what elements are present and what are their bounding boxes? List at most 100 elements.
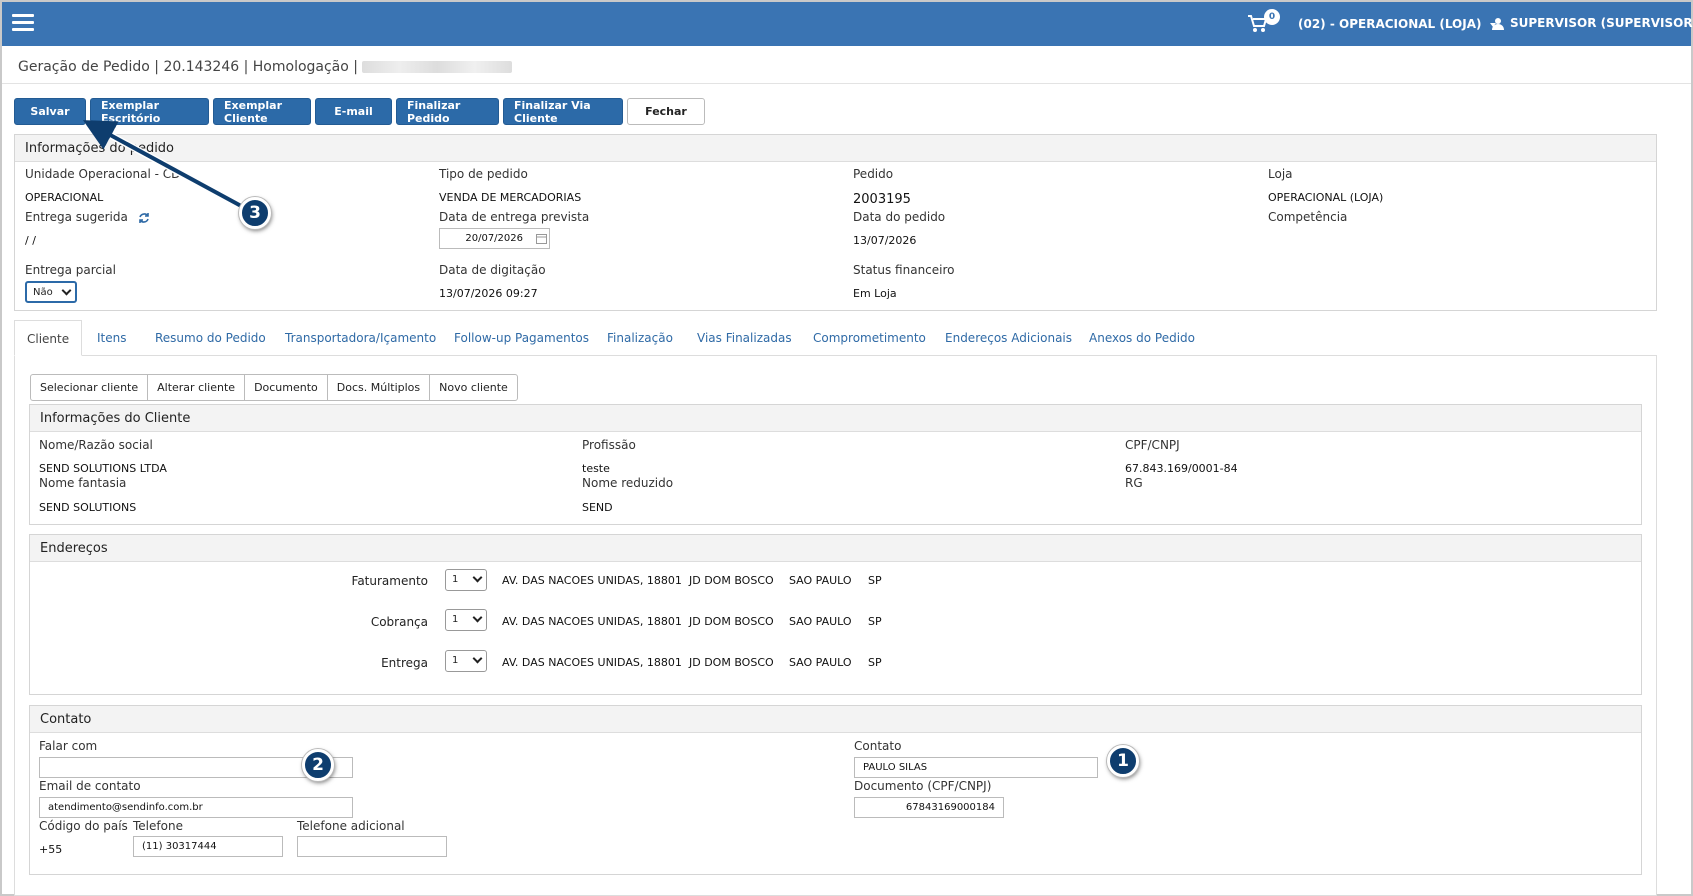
select-client-button[interactable]: Selecionar cliente	[30, 374, 149, 401]
competence-label: Competência	[1268, 210, 1348, 224]
fantasy-name-value: SEND SOLUTIONS	[39, 501, 137, 514]
unit-label: Unidade Operacional - CD	[25, 167, 181, 181]
short-name-value: SEND	[582, 501, 613, 514]
collection-city: SAO PAULO	[789, 615, 852, 628]
tab-enderecos-adicionais[interactable]: Endereços Adicionais	[945, 320, 1072, 356]
phone-label: Telefone	[133, 819, 183, 833]
user-label: SUPERVISOR (SUPERVISOR)	[1510, 16, 1693, 30]
calendar-icon[interactable]	[536, 233, 547, 244]
addresses-panel: Endereços Faturamento 1 AV. DAS NACOES U…	[29, 534, 1642, 695]
typed-date-label: Data de digitação	[439, 263, 546, 277]
cart-count-badge: 0	[1264, 9, 1280, 25]
hamburger-menu-icon[interactable]	[12, 14, 34, 32]
profession-value: teste	[582, 462, 610, 475]
collection-district: JD DOM BOSCO	[689, 615, 774, 628]
contact-name-label: Contato	[854, 739, 902, 753]
refresh-icon[interactable]	[138, 212, 150, 224]
delivery-state: SP	[868, 656, 882, 669]
tab-comprometimento[interactable]: Comprometimento	[813, 320, 926, 356]
panel-heading: Contato	[30, 706, 1641, 733]
delivery-district: JD DOM BOSCO	[689, 656, 774, 669]
tab-transportadora[interactable]: Transportadora/Içamento	[285, 320, 436, 356]
delivery-city: SAO PAULO	[789, 656, 852, 669]
cpf-cnpj-label: CPF/CNPJ	[1125, 438, 1180, 452]
document-input[interactable]: 67843169000184	[854, 797, 1004, 818]
unit-value: OPERACIONAL	[25, 191, 104, 204]
callout-badge-1: 1	[1107, 745, 1139, 777]
country-code-value: +55	[39, 843, 63, 856]
contact-name-input[interactable]: PAULO SILAS	[854, 757, 1098, 778]
billing-city: SAO PAULO	[789, 574, 852, 587]
billing-district: JD DOM BOSCO	[689, 574, 774, 587]
client-copy-button[interactable]: Exemplar Cliente	[213, 98, 311, 125]
name-label: Nome/Razão social	[39, 438, 153, 452]
order-date-label: Data do pedido	[853, 210, 946, 224]
chevron-down-icon	[472, 612, 483, 623]
billing-state: SP	[868, 574, 882, 587]
chevron-down-icon	[61, 285, 72, 296]
close-button[interactable]: Fechar	[627, 98, 705, 125]
tab-cliente[interactable]: Cliente	[14, 320, 83, 356]
callout-badge-3: 3	[239, 197, 271, 229]
name-value: SEND SOLUTIONS LTDA	[39, 462, 167, 475]
divider	[2, 83, 1691, 84]
additional-phone-input[interactable]	[297, 836, 447, 857]
contact-email-input[interactable]: atendimento@sendinfo.com.br	[39, 797, 353, 818]
new-client-button[interactable]: Novo cliente	[429, 374, 518, 401]
tab-vias-finalizadas[interactable]: Vias Finalizadas	[697, 320, 792, 356]
billing-address-select[interactable]: 1	[445, 569, 487, 591]
chevron-down-icon	[472, 572, 483, 583]
order-type-value: VENDA DE MERCADORIAS	[439, 191, 582, 204]
top-navbar: 0 (02) - OPERACIONAL (LOJA) SUPERVISOR (…	[2, 2, 1693, 46]
order-type-label: Tipo de pedido	[439, 167, 528, 181]
collection-address-select[interactable]: 1	[445, 609, 487, 631]
user-icon	[1492, 18, 1504, 30]
billing-label: Faturamento	[351, 574, 428, 588]
financial-status-value: Em Loja	[853, 287, 897, 300]
order-number-value: 2003195	[853, 192, 911, 207]
fantasy-name-label: Nome fantasia	[39, 476, 127, 490]
panel-heading: Informações do pedido	[15, 135, 1656, 162]
edit-client-button[interactable]: Alterar cliente	[147, 374, 246, 401]
panel-heading: Informações do Cliente	[30, 405, 1641, 432]
cpf-cnpj-value: 67.843.169/0001-84	[1125, 462, 1238, 475]
save-button[interactable]: Salvar	[14, 98, 86, 125]
partial-delivery-select[interactable]: Não	[25, 281, 77, 303]
client-info-panel: Informações do Cliente Nome/Razão social…	[29, 404, 1642, 525]
document-label: Documento (CPF/CNPJ)	[854, 779, 992, 793]
operational-unit-dropdown[interactable]: (02) - OPERACIONAL (LOJA)	[1298, 17, 1496, 31]
delivery-address-select[interactable]: 1	[445, 650, 487, 672]
rg-label: RG	[1125, 476, 1143, 490]
tab-follow-up[interactable]: Follow-up Pagamentos	[454, 320, 589, 356]
order-number-label: Pedido	[853, 167, 894, 181]
user-menu-dropdown[interactable]: SUPERVISOR (SUPERVISOR)	[1492, 16, 1693, 30]
talk-to-label: Falar com	[39, 739, 98, 753]
finish-order-button[interactable]: Finalizar Pedido	[396, 98, 499, 125]
phone-input[interactable]: (11) 30317444	[133, 836, 283, 857]
profession-label: Profissão	[582, 438, 636, 452]
delivery-street: AV. DAS NACOES UNIDAS, 18801	[502, 656, 682, 669]
action-toolbar: Salvar Exemplar Escritório Exemplar Clie…	[14, 98, 705, 125]
additional-phone-label: Telefone adicional	[297, 819, 405, 833]
collection-state: SP	[868, 615, 882, 628]
tab-anexos[interactable]: Anexos do Pedido	[1089, 320, 1195, 356]
page-title: Geração de Pedido | 20.143246 | Homologa…	[18, 59, 512, 75]
partial-delivery-label: Entrega parcial	[25, 263, 116, 277]
short-name-label: Nome reduzido	[582, 476, 674, 490]
contact-panel: Contato Falar com Email de contato atend…	[29, 705, 1642, 875]
tab-finalizacao[interactable]: Finalização	[607, 320, 673, 356]
office-copy-button[interactable]: Exemplar Escritório	[90, 98, 209, 125]
panel-heading: Endereços	[30, 535, 1641, 562]
order-date-value: 13/07/2026	[853, 234, 917, 247]
email-button[interactable]: E-mail	[315, 98, 392, 125]
document-button[interactable]: Documento	[244, 374, 328, 401]
expected-delivery-input[interactable]: 20/07/2026	[439, 228, 550, 249]
multiple-docs-button[interactable]: Docs. Múltiplos	[326, 374, 431, 401]
tab-itens[interactable]: Itens	[97, 320, 126, 356]
store-value: OPERACIONAL (LOJA)	[1268, 191, 1384, 204]
suggested-delivery-value: / /	[25, 234, 36, 247]
country-code-label: Código do país	[39, 819, 128, 833]
expected-delivery-label: Data de entrega prevista	[439, 210, 590, 224]
tab-resumo[interactable]: Resumo do Pedido	[155, 320, 266, 356]
finish-client-button[interactable]: Finalizar Via Cliente	[503, 98, 623, 125]
